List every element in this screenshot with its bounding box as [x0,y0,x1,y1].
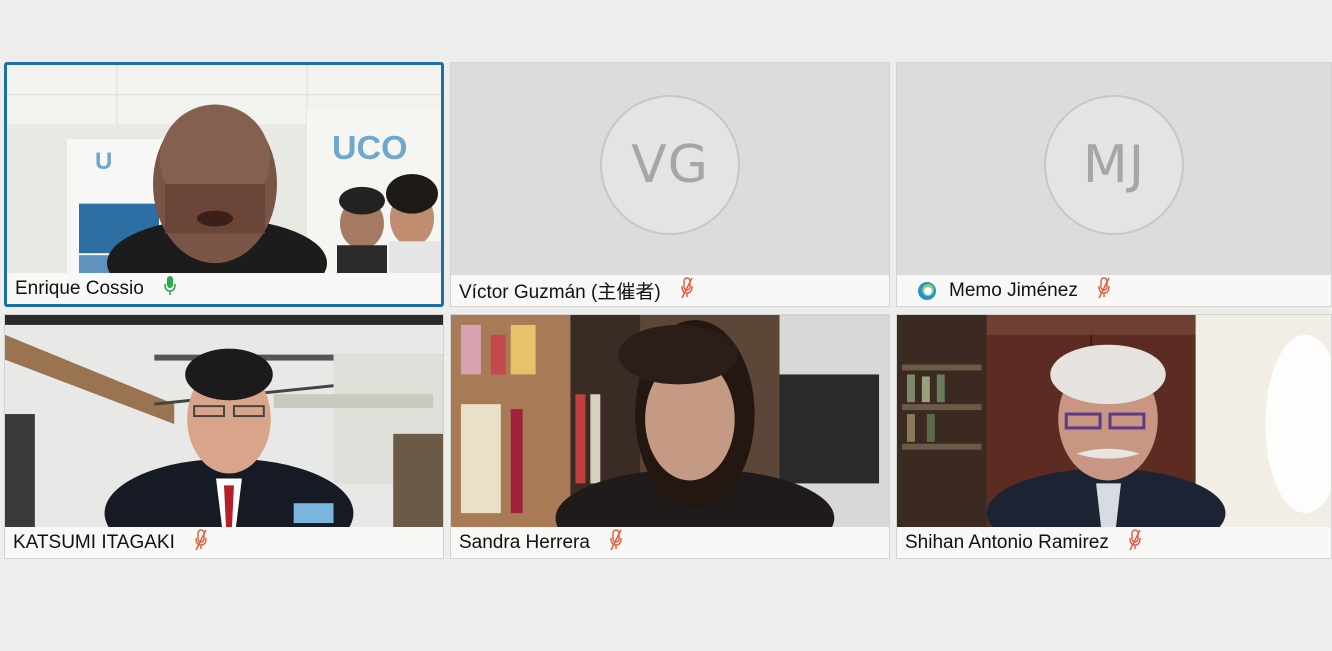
meeting-gallery-view: UCO U Enrique Cossio VG Víctor Guzmán (主… [0,0,1332,651]
banner-logo: UCO [332,129,408,167]
participant-name: Sandra Herrera [459,531,590,553]
microphone-muted-icon [679,276,695,305]
participant-name: Víctor Guzmán (主催者) [459,282,661,303]
participant-video [451,315,889,527]
participant-name: Shihan Antonio Ramirez [905,531,1109,553]
participant-tile-shihan-antonio-ramirez[interactable]: Shihan Antonio Ramirez [896,314,1332,559]
participant-tile-sandra-herrera[interactable]: Sandra Herrera [450,314,890,559]
participant-tile-enrique-cossio[interactable]: UCO U Enrique Cossio [4,62,444,307]
svg-text:U: U [95,148,112,175]
participant-name: Enrique Cossio [15,277,144,299]
microphone-muted-icon [608,528,624,557]
participant-name: KATSUMI ITAGAKI [13,531,175,553]
participant-namebar: Víctor Guzmán (主催者) [451,275,889,306]
participant-namebar: KATSUMI ITAGAKI [5,527,443,558]
microphone-on-icon [162,275,178,303]
participant-namebar: Sandra Herrera [451,527,889,558]
participant-video [5,315,443,527]
avatar: VG [600,95,740,235]
participant-namebar: Memo Jiménez [897,275,1331,306]
avatar-area: VG [451,63,889,275]
participant-video [897,315,1331,527]
avatar-area: MJ [897,63,1331,275]
participant-video: UCO U [7,65,441,273]
participant-namebar: Shihan Antonio Ramirez [897,527,1331,558]
participant-name: Memo Jiménez [949,279,1078,301]
connection-status-icon [917,281,937,301]
participant-tile-memo-jimenez[interactable]: MJ Memo Jiménez [896,62,1332,307]
participant-namebar: Enrique Cossio [7,273,441,304]
microphone-muted-icon [193,528,209,557]
participant-tile-victor-guzman[interactable]: VG Víctor Guzmán (主催者) [450,62,890,307]
microphone-muted-icon [1096,276,1112,305]
microphone-muted-icon [1127,528,1143,557]
participant-tile-katsumi-itagaki[interactable]: KATSUMI ITAGAKI [4,314,444,559]
avatar: MJ [1044,95,1184,235]
